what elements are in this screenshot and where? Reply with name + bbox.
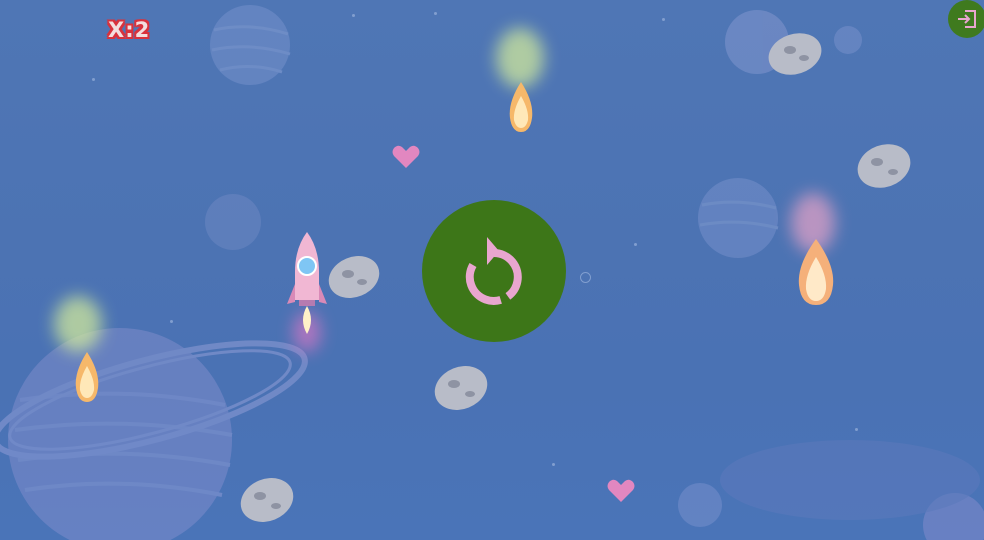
asteroid bbox=[857, 144, 911, 188]
asteroid bbox=[434, 366, 488, 410]
asteroid bbox=[768, 33, 822, 75]
player-rocket bbox=[285, 228, 329, 358]
score-counter: X:2 bbox=[108, 18, 151, 42]
game-scene: X:2 bbox=[0, 0, 984, 540]
restart-button[interactable] bbox=[422, 200, 566, 342]
asteroid bbox=[240, 478, 294, 522]
asteroid bbox=[328, 256, 380, 298]
exit-button[interactable] bbox=[948, 0, 984, 38]
fireball bbox=[50, 290, 110, 410]
heart-pickup bbox=[607, 479, 635, 502]
fireball bbox=[490, 20, 550, 140]
restart-arrow-icon bbox=[465, 237, 522, 305]
fireball bbox=[785, 185, 845, 310]
exit-door-icon bbox=[958, 10, 976, 28]
heart-pickup bbox=[392, 145, 420, 168]
